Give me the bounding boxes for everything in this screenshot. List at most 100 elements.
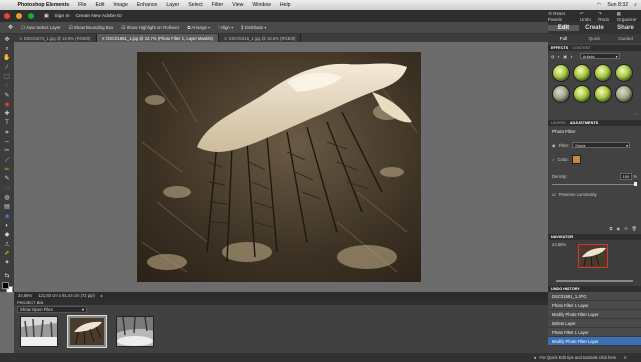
document-tab-active[interactable]: ✕ DSC01861_1.jpg @ 24,7% (Photo Filter 1…: [96, 34, 219, 42]
blur-tool-icon[interactable]: ◐: [3, 222, 12, 229]
density-slider[interactable]: [552, 182, 637, 186]
menubar-clock[interactable]: Sun 8:32: [607, 2, 628, 8]
undo-history-item-selected[interactable]: Modify Photo Filter Layer: [548, 337, 641, 346]
show-highlight-checkbox[interactable]: ☑ Show Highlight on Rollover: [121, 25, 179, 31]
hand-tool-icon[interactable]: ✋: [3, 55, 12, 62]
search-icon[interactable]: ⌕: [634, 2, 637, 9]
brush-tool-icon[interactable]: ✏: [3, 166, 12, 173]
zoom-tool-icon[interactable]: ⌕: [3, 45, 12, 52]
gradient-tool-icon[interactable]: ▤: [3, 204, 12, 211]
effect-thumbnail[interactable]: [615, 64, 633, 82]
clip-to-layer-icon[interactable]: ⧉: [610, 226, 613, 232]
align-dropdown[interactable]: ⫶ Align ▾: [218, 25, 233, 30]
document-tab[interactable]: ✕ DSC01674_1.jpg @ 16,6% (RGB/8): [14, 34, 97, 42]
photo-effects-icon[interactable]: ▣: [563, 54, 567, 59]
menu-view[interactable]: View: [228, 2, 248, 8]
swap-colors-icon[interactable]: ⇆: [3, 273, 12, 280]
tab-edit[interactable]: Edit: [548, 25, 579, 31]
eyedropper-tool-icon[interactable]: ⁄: [3, 64, 12, 71]
show-bounding-box-checkbox[interactable]: ☑ Show Bounding Box: [69, 25, 114, 31]
preserve-luminosity-checkbox[interactable]: ☑: [552, 192, 556, 197]
document-image[interactable]: [137, 52, 421, 282]
tab-create[interactable]: Create: [579, 25, 610, 31]
effect-thumbnail[interactable]: [594, 85, 612, 103]
effect-thumbnail[interactable]: [573, 85, 591, 103]
slider-handle[interactable]: [634, 182, 637, 186]
tab-adjustments[interactable]: ADJUSTMENTS: [570, 121, 598, 125]
navigator-zoom-slider[interactable]: [556, 280, 633, 282]
effects-category-dropdown[interactable]: Artistic ▾: [579, 53, 620, 59]
auto-select-layer-checkbox[interactable]: ☐ Auto Select Layer: [21, 25, 61, 31]
effect-thumbnail[interactable]: [552, 64, 570, 82]
crop-tool-icon[interactable]: ⌗: [3, 129, 12, 136]
filter-dropdown[interactable]: Sepia ▾: [572, 142, 631, 148]
filter-radio-icon[interactable]: ◉: [552, 143, 556, 148]
minimize-window-icon[interactable]: [16, 13, 22, 19]
paint-bucket-tool-icon[interactable]: ◍: [3, 194, 12, 201]
document-tab[interactable]: ✕ DSC01615_1.jpg @ 16,6% (RGB/8): [218, 34, 302, 42]
effect-thumbnail[interactable]: [615, 85, 633, 103]
reset-panels-button[interactable]: ⟲ Reset Panels: [548, 11, 575, 22]
bin-thumbnail[interactable]: [116, 316, 154, 347]
photo-icon[interactable]: ◑: [570, 54, 573, 59]
reset-icon[interactable]: ⟲: [624, 226, 628, 232]
effect-thumbnail[interactable]: [573, 64, 591, 82]
menu-file[interactable]: File: [74, 2, 91, 8]
tab-quick[interactable]: Quick: [579, 36, 610, 41]
bin-thumbnail[interactable]: [20, 316, 58, 347]
density-field[interactable]: 100%: [619, 173, 637, 180]
cookie-cutter-tool-icon[interactable]: ✂: [3, 148, 12, 155]
menu-layer[interactable]: Layer: [162, 2, 184, 8]
tab-content[interactable]: CONTENT: [572, 46, 590, 50]
menu-app-name[interactable]: Photoshop Elements: [13, 2, 74, 8]
menu-select[interactable]: Select: [184, 2, 207, 8]
type-tool-icon[interactable]: T: [3, 120, 12, 127]
visibility-eye-icon[interactable]: ◉: [617, 226, 621, 232]
distribute-dropdown[interactable]: ⫼ Distribute ▾: [241, 25, 266, 30]
show-open-files-dropdown[interactable]: Show Open Files ▾: [17, 306, 87, 313]
red-eye-tool-icon[interactable]: ◉: [3, 101, 12, 108]
navigator-zoom[interactable]: 24,66%: [552, 242, 566, 247]
sign-in-link[interactable]: Sign In: [55, 14, 70, 19]
menu-enhance[interactable]: Enhance: [132, 2, 161, 8]
clone-stamp-tool-icon[interactable]: ⎍: [3, 241, 12, 248]
menu-edit[interactable]: Edit: [91, 2, 109, 8]
zoom-window-icon[interactable]: [28, 13, 34, 19]
menu-filter[interactable]: Filter: [207, 2, 228, 8]
recompose-tool-icon[interactable]: ⇔: [3, 138, 12, 145]
menu-help[interactable]: Help: [275, 2, 295, 8]
wifi-icon[interactable]: ◠: [597, 2, 602, 8]
undo-button[interactable]: ↶ Undo: [580, 11, 593, 22]
tab-effects[interactable]: EFFECTS: [551, 46, 568, 50]
tab-guided[interactable]: Guided: [610, 36, 641, 41]
move-tool-icon[interactable]: ✥: [3, 36, 12, 43]
marquee-tool-icon[interactable]: ⬚: [3, 73, 12, 80]
menu-window[interactable]: Window: [248, 2, 275, 8]
density-value[interactable]: 100: [619, 173, 633, 180]
zoom-readout[interactable]: 24,66%: [18, 293, 32, 298]
chevron-right-icon[interactable]: ▸: [101, 293, 103, 298]
close-icon[interactable]: ✕: [623, 355, 627, 360]
filters-icon[interactable]: ◍: [551, 54, 555, 59]
organizer-button[interactable]: ▦ Organizer: [617, 11, 638, 22]
impressionist-brush-icon[interactable]: ✎: [3, 176, 12, 183]
navigator-preview[interactable]: [578, 244, 608, 268]
smart-brush-tool-icon[interactable]: ✦: [3, 260, 12, 267]
delete-icon[interactable]: 🗑: [632, 226, 637, 232]
spot-healing-tool-icon[interactable]: ✚: [3, 111, 12, 118]
straighten-tool-icon[interactable]: ⟋: [3, 157, 12, 164]
bin-thumbnail-selected[interactable]: [67, 315, 107, 348]
close-window-icon[interactable]: [4, 13, 10, 19]
foreground-color-swatch[interactable]: [1, 282, 9, 290]
undo-history-item[interactable]: Modify Photo Filter Layer: [548, 310, 641, 319]
undo-history-item[interactable]: DSC01861_1.JPG: [548, 292, 641, 301]
effect-thumbnail[interactable]: [594, 64, 612, 82]
effect-thumbnail[interactable]: [552, 85, 570, 103]
quick-selection-tool-icon[interactable]: ✎: [3, 92, 12, 99]
create-id-link[interactable]: Create New Adobe ID: [75, 14, 121, 19]
styles-icon[interactable]: ◐: [558, 54, 561, 59]
shape-tool-icon[interactable]: ■: [3, 213, 12, 220]
tip-link[interactable]: For Quick Edit tips and tutorials click …: [539, 355, 616, 360]
filter-color-swatch[interactable]: [571, 155, 581, 164]
redo-button[interactable]: ↷ Redo: [598, 11, 611, 22]
